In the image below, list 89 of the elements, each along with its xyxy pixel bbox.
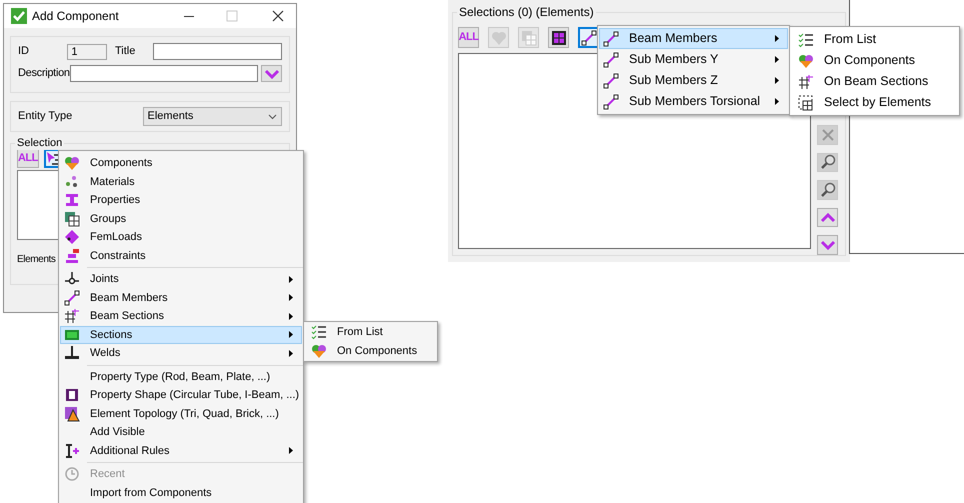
menu-item[interactable]: Components xyxy=(60,154,302,172)
colored-shapes-icon xyxy=(798,52,814,68)
menu-item[interactable]: From List xyxy=(791,29,958,50)
submenu-arrow-icon xyxy=(775,35,779,42)
square-frame-icon xyxy=(64,387,80,404)
submenu-arrow-icon xyxy=(289,276,293,283)
beam-line-icon xyxy=(603,30,619,46)
menu-item[interactable]: On Beam Sections xyxy=(791,71,958,92)
selection-label: Selection xyxy=(15,136,64,150)
menu-item[interactable]: Select by Elements xyxy=(791,92,958,113)
beam-line-icon xyxy=(603,72,619,88)
menu-item[interactable]: Property Type (Rod, Beam, Plate, ...) xyxy=(60,368,302,386)
four-squares-icon xyxy=(550,30,566,46)
magnifier-icon xyxy=(820,182,836,198)
section-grid-icon xyxy=(798,74,814,90)
maximize-icon xyxy=(224,8,240,24)
entity-type-select[interactable]: Elements xyxy=(142,107,282,126)
menu-item[interactable]: Additional Rules xyxy=(60,442,302,460)
checkmark-icon xyxy=(11,8,27,24)
menu-item[interactable]: On Components xyxy=(305,342,436,360)
beam-line-icon xyxy=(603,94,619,110)
menu-item[interactable]: Import from Components xyxy=(60,484,302,502)
side-button[interactable] xyxy=(817,235,838,255)
side-button[interactable] xyxy=(817,208,838,228)
dashed-grid-icon xyxy=(798,94,814,110)
menu-item[interactable]: Properties xyxy=(60,191,302,210)
menu-item[interactable]: Add Visible xyxy=(60,423,302,442)
menu-item[interactable]: Sections xyxy=(60,326,302,344)
submenu-arrow-icon xyxy=(289,350,293,357)
close-icon xyxy=(820,126,836,143)
submenu-arrow-icon xyxy=(289,331,293,338)
colored-shapes-icon xyxy=(64,155,80,172)
title-field[interactable] xyxy=(152,43,282,60)
submenu-arrow-icon xyxy=(289,294,293,302)
dots-icon xyxy=(64,174,80,190)
grid-frame-icon xyxy=(64,210,80,227)
menu-item[interactable]: Beam Members xyxy=(60,288,302,307)
weld-icon xyxy=(64,345,80,362)
menu-item[interactable]: Welds xyxy=(60,344,302,362)
section-grid-icon xyxy=(64,308,80,324)
triangle-square-icon xyxy=(64,406,80,422)
menu-item[interactable]: Constraints xyxy=(60,246,302,265)
id-label: ID xyxy=(18,44,30,60)
grid-frame-icon xyxy=(520,30,536,46)
dropdown-button[interactable] xyxy=(261,65,282,82)
i-beam-icon xyxy=(64,192,80,208)
menu-item[interactable]: Beam Members xyxy=(599,28,788,49)
selections-label: Selections (0) (Elements) xyxy=(457,4,596,20)
menu-item[interactable]: Groups xyxy=(60,210,302,228)
toolbar-button[interactable] xyxy=(578,27,599,48)
beam-line-icon xyxy=(603,52,619,68)
toolbar-button[interactable]: ALL xyxy=(458,27,479,48)
submenu-arrow-icon xyxy=(289,312,293,320)
menu-item[interactable]: Sub Members Z xyxy=(599,70,788,91)
menu-item[interactable]: Element Topology (Tri, Quad, Brick, ...) xyxy=(60,404,302,423)
caret-icon xyxy=(268,114,277,120)
toolbar-button[interactable] xyxy=(548,27,569,48)
checklist-icon xyxy=(311,324,327,340)
support-icon xyxy=(64,248,80,264)
magnifier-icon xyxy=(820,154,836,170)
submenu-arrow-icon xyxy=(289,447,293,454)
checklist-icon xyxy=(798,32,814,48)
menu-item[interactable]: On Components xyxy=(791,50,958,71)
menu-item[interactable]: Joints xyxy=(60,270,302,288)
close-icon xyxy=(270,8,286,24)
submenu-arrow-icon xyxy=(775,56,779,63)
menu-item[interactable]: Materials xyxy=(60,172,302,191)
entity-type-label: Entity Type xyxy=(18,109,74,124)
menu-item[interactable]: Sub Members Y xyxy=(599,49,788,70)
menu-item[interactable]: Sub Members Torsional xyxy=(599,91,788,112)
id-field: 1 xyxy=(67,44,107,60)
colored-shapes-icon xyxy=(490,30,506,46)
history-icon xyxy=(64,466,80,482)
colored-shapes-icon xyxy=(311,342,327,359)
toolbar-button[interactable]: ALL xyxy=(17,149,39,168)
description-field[interactable] xyxy=(70,65,258,82)
menu-item[interactable]: FemLoads xyxy=(60,228,302,246)
submenu-arrow-icon xyxy=(775,98,779,105)
beam-line-icon xyxy=(64,290,80,306)
menu-item[interactable]: Property Shape (Circular Tube, I-Beam, ...) xyxy=(60,386,302,404)
elements-label: Elements xyxy=(17,253,56,267)
tag-icon xyxy=(64,229,80,246)
menu-item[interactable]: From List xyxy=(305,323,436,342)
menu-item[interactable]: Beam Sections xyxy=(60,307,302,326)
description-label: Description xyxy=(18,66,70,82)
title-label: Title xyxy=(115,44,136,60)
submenu-arrow-icon xyxy=(775,77,779,84)
window-title: Add Component xyxy=(32,8,119,25)
cursor-plus-icon xyxy=(64,442,80,459)
